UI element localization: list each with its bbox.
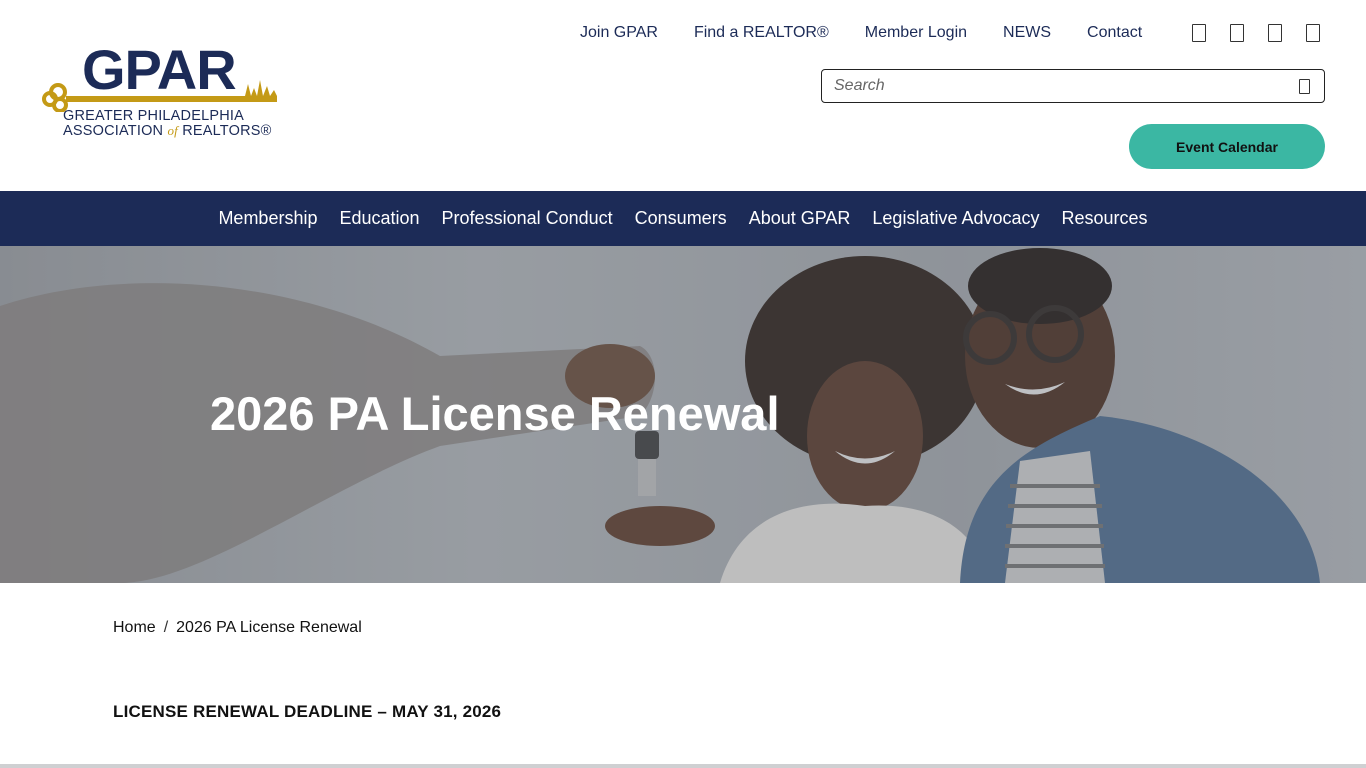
social-icon-2[interactable] [1230,24,1244,42]
nav-professional-conduct[interactable]: Professional Conduct [442,208,613,229]
search-icon[interactable] [1299,79,1310,94]
logo-tagline-part: REALTORS® [177,123,272,139]
nav-membership[interactable]: Membership [218,208,317,229]
topnav-find-realtor[interactable]: Find a REALTOR® [694,22,829,44]
logo-tagline-line2: ASSOCIATION of REALTORS® [63,123,272,139]
breadcrumb-separator: / [163,619,169,636]
social-icon-3[interactable] [1268,24,1282,42]
gpar-logo[interactable]: GPAR GREATER PHILADELPHIA ASSOCIATION of… [40,42,285,142]
hero-banner: 2026 PA License Renewal [0,246,1366,583]
logo-tagline-line1: GREATER PHILADELPHIA [63,108,245,124]
site-header: GPAR GREATER PHILADELPHIA ASSOCIATION of… [0,0,1366,191]
topnav-news[interactable]: NEWS [1003,22,1051,44]
logo-wordmark: GPAR [82,38,237,101]
logo-tagline-of: of [167,123,178,138]
topnav-contact[interactable]: Contact [1087,22,1142,44]
page-title: 2026 PA License Renewal [210,387,780,440]
social-icon-4[interactable] [1306,24,1320,42]
breadcrumb-home[interactable]: Home [113,619,156,637]
breadcrumb-current: 2026 PA License Renewal [176,619,362,636]
search-box [821,69,1325,103]
social-icon-1[interactable] [1192,24,1206,42]
deadline-heading: LICENSE RENEWAL DEADLINE – MAY 31, 2026 [113,702,502,721]
nav-resources[interactable]: Resources [1062,208,1148,229]
breadcrumb: Home / 2026 PA License Renewal [113,619,362,637]
scroll-edge-divider [0,764,1366,768]
social-links [1192,24,1344,42]
topnav-join-gpar[interactable]: Join GPAR [580,22,658,44]
nav-consumers[interactable]: Consumers [635,208,727,229]
main-nav: Membership Education Professional Conduc… [0,191,1366,246]
utility-nav: Join GPAR Find a REALTOR® Member Login N… [580,22,1178,44]
logo-tagline-part: ASSOCIATION [63,123,168,139]
nav-about-gpar[interactable]: About GPAR [749,208,851,229]
nav-education[interactable]: Education [339,208,419,229]
event-calendar-button[interactable]: Event Calendar [1129,124,1325,169]
nav-legislative-advocacy[interactable]: Legislative Advocacy [872,208,1039,229]
search-input[interactable] [834,74,1274,98]
topnav-member-login[interactable]: Member Login [865,22,967,44]
